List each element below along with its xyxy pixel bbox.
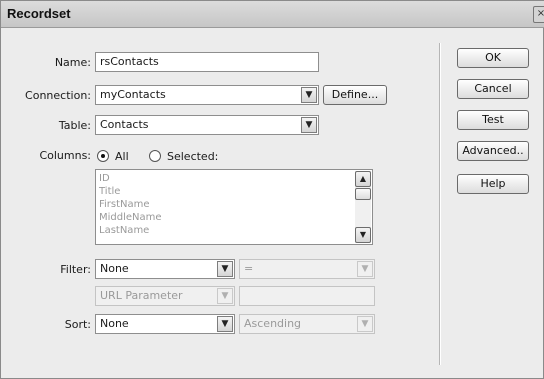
help-button[interactable]: Help: [457, 174, 529, 194]
cancel-button[interactable]: Cancel: [457, 79, 529, 99]
table-label: Table:: [58, 119, 91, 132]
table-select[interactable]: Contacts ▼: [95, 115, 319, 135]
filter-value-field[interactable]: [239, 286, 375, 306]
chevron-down-icon[interactable]: ▼: [217, 316, 233, 332]
scroll-thumb[interactable]: [355, 188, 371, 200]
connection-value: myContacts: [100, 88, 166, 101]
filter-column-select[interactable]: None ▼: [95, 259, 235, 279]
connection-select[interactable]: myContacts ▼: [95, 85, 319, 105]
filter-operator-select[interactable]: = ▼: [239, 259, 375, 279]
sort-column-select[interactable]: None ▼: [95, 314, 235, 334]
table-value: Contacts: [100, 118, 149, 131]
columns-listbox[interactable]: ID Title FirstName MiddleName LastName ▲…: [95, 169, 373, 245]
chevron-down-icon[interactable]: ▼: [301, 117, 317, 133]
vertical-divider: [439, 43, 441, 365]
close-icon[interactable]: ×: [533, 6, 544, 23]
filter-source-select[interactable]: URL Parameter ▼: [95, 286, 235, 306]
columns-selected-label: Selected:: [167, 150, 219, 163]
connection-label: Connection:: [25, 89, 91, 102]
dialog-title: Recordset: [7, 6, 71, 21]
chevron-down-icon[interactable]: ▼: [357, 261, 373, 277]
list-item: Title: [99, 186, 121, 197]
title-bar: Recordset ×: [1, 1, 544, 28]
advanced-button[interactable]: Advanced..: [457, 141, 529, 161]
chevron-down-icon[interactable]: ▼: [217, 261, 233, 277]
chevron-down-icon[interactable]: ▼: [217, 288, 233, 304]
sort-column-value: None: [100, 317, 129, 330]
scroll-up-icon[interactable]: ▲: [355, 171, 371, 187]
list-item: FirstName: [99, 199, 150, 210]
chevron-down-icon[interactable]: ▼: [301, 87, 317, 103]
sort-order-value: Ascending: [244, 317, 302, 330]
sort-label: Sort:: [64, 318, 91, 331]
columns-all-radio[interactable]: [97, 150, 109, 162]
filter-source-value: URL Parameter: [100, 289, 183, 302]
chevron-down-icon[interactable]: ▼: [357, 316, 373, 332]
name-field[interactable]: rsContacts: [95, 52, 319, 72]
define-button[interactable]: Define...: [323, 85, 387, 105]
list-item: ID: [99, 173, 110, 184]
columns-all-label: All: [115, 150, 129, 163]
ok-button[interactable]: OK: [457, 48, 529, 68]
name-label: Name:: [54, 56, 91, 69]
columns-scrollbar[interactable]: ▲ ▼: [355, 171, 371, 243]
test-button[interactable]: Test: [457, 110, 529, 130]
filter-label: Filter:: [60, 263, 91, 276]
filter-column-value: None: [100, 262, 129, 275]
scroll-down-icon[interactable]: ▼: [355, 227, 371, 243]
sort-order-select[interactable]: Ascending ▼: [239, 314, 375, 334]
columns-selected-radio[interactable]: [149, 150, 161, 162]
name-value: rsContacts: [100, 55, 159, 68]
list-item: MiddleName: [99, 212, 162, 223]
recordset-dialog: Recordset × Name: rsContacts Connection:…: [0, 0, 544, 379]
filter-operator-value: =: [244, 262, 254, 275]
list-item: LastName: [99, 225, 150, 236]
columns-label: Columns:: [39, 149, 91, 162]
